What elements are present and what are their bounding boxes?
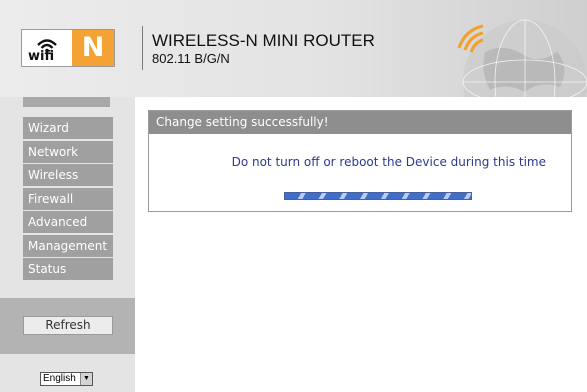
sidebar-menu: Wizard Network Wireless Firewall Advance… (23, 117, 113, 282)
logo-letter: N (72, 30, 114, 66)
header: wifi N WIRELESS-N MINI ROUTER 802.11 B/G… (0, 0, 587, 97)
logo-wifi-text: wifi (28, 49, 55, 64)
sidebar: Wizard Network Wireless Firewall Advance… (0, 97, 135, 392)
chevron-down-icon[interactable]: ▼ (80, 373, 92, 385)
progress-bar-fill (285, 193, 471, 199)
globe-icon (457, 19, 587, 97)
status-message: Do not turn off or reboot the Device dur… (231, 155, 546, 169)
status-panel: Change setting successfully! Do not turn… (148, 110, 572, 212)
panel-title: Change setting successfully! (149, 111, 571, 134)
page-subtitle: 802.11 B/G/N (152, 51, 230, 66)
page-title: WIRELESS-N MINI ROUTER (152, 31, 375, 50)
sidebar-item-firewall[interactable]: Firewall (23, 187, 113, 210)
sidebar-item-wireless[interactable]: Wireless (23, 164, 113, 186)
brand-logo: wifi N (21, 29, 115, 67)
sidebar-item-advanced[interactable]: Advanced (23, 211, 113, 233)
sidebar-item-management[interactable]: Management (23, 234, 113, 257)
sidebar-item-wizard[interactable]: Wizard (23, 117, 113, 139)
language-select-value: English (43, 373, 76, 384)
header-divider (142, 26, 143, 70)
sidebar-item-network[interactable]: Network (23, 140, 113, 163)
language-select[interactable]: English ▼ (40, 372, 93, 386)
refresh-button[interactable]: Refresh (23, 316, 113, 335)
sidebar-item-status[interactable]: Status (23, 258, 113, 280)
progress-bar (284, 192, 472, 200)
sidebar-top-bar (23, 97, 110, 107)
